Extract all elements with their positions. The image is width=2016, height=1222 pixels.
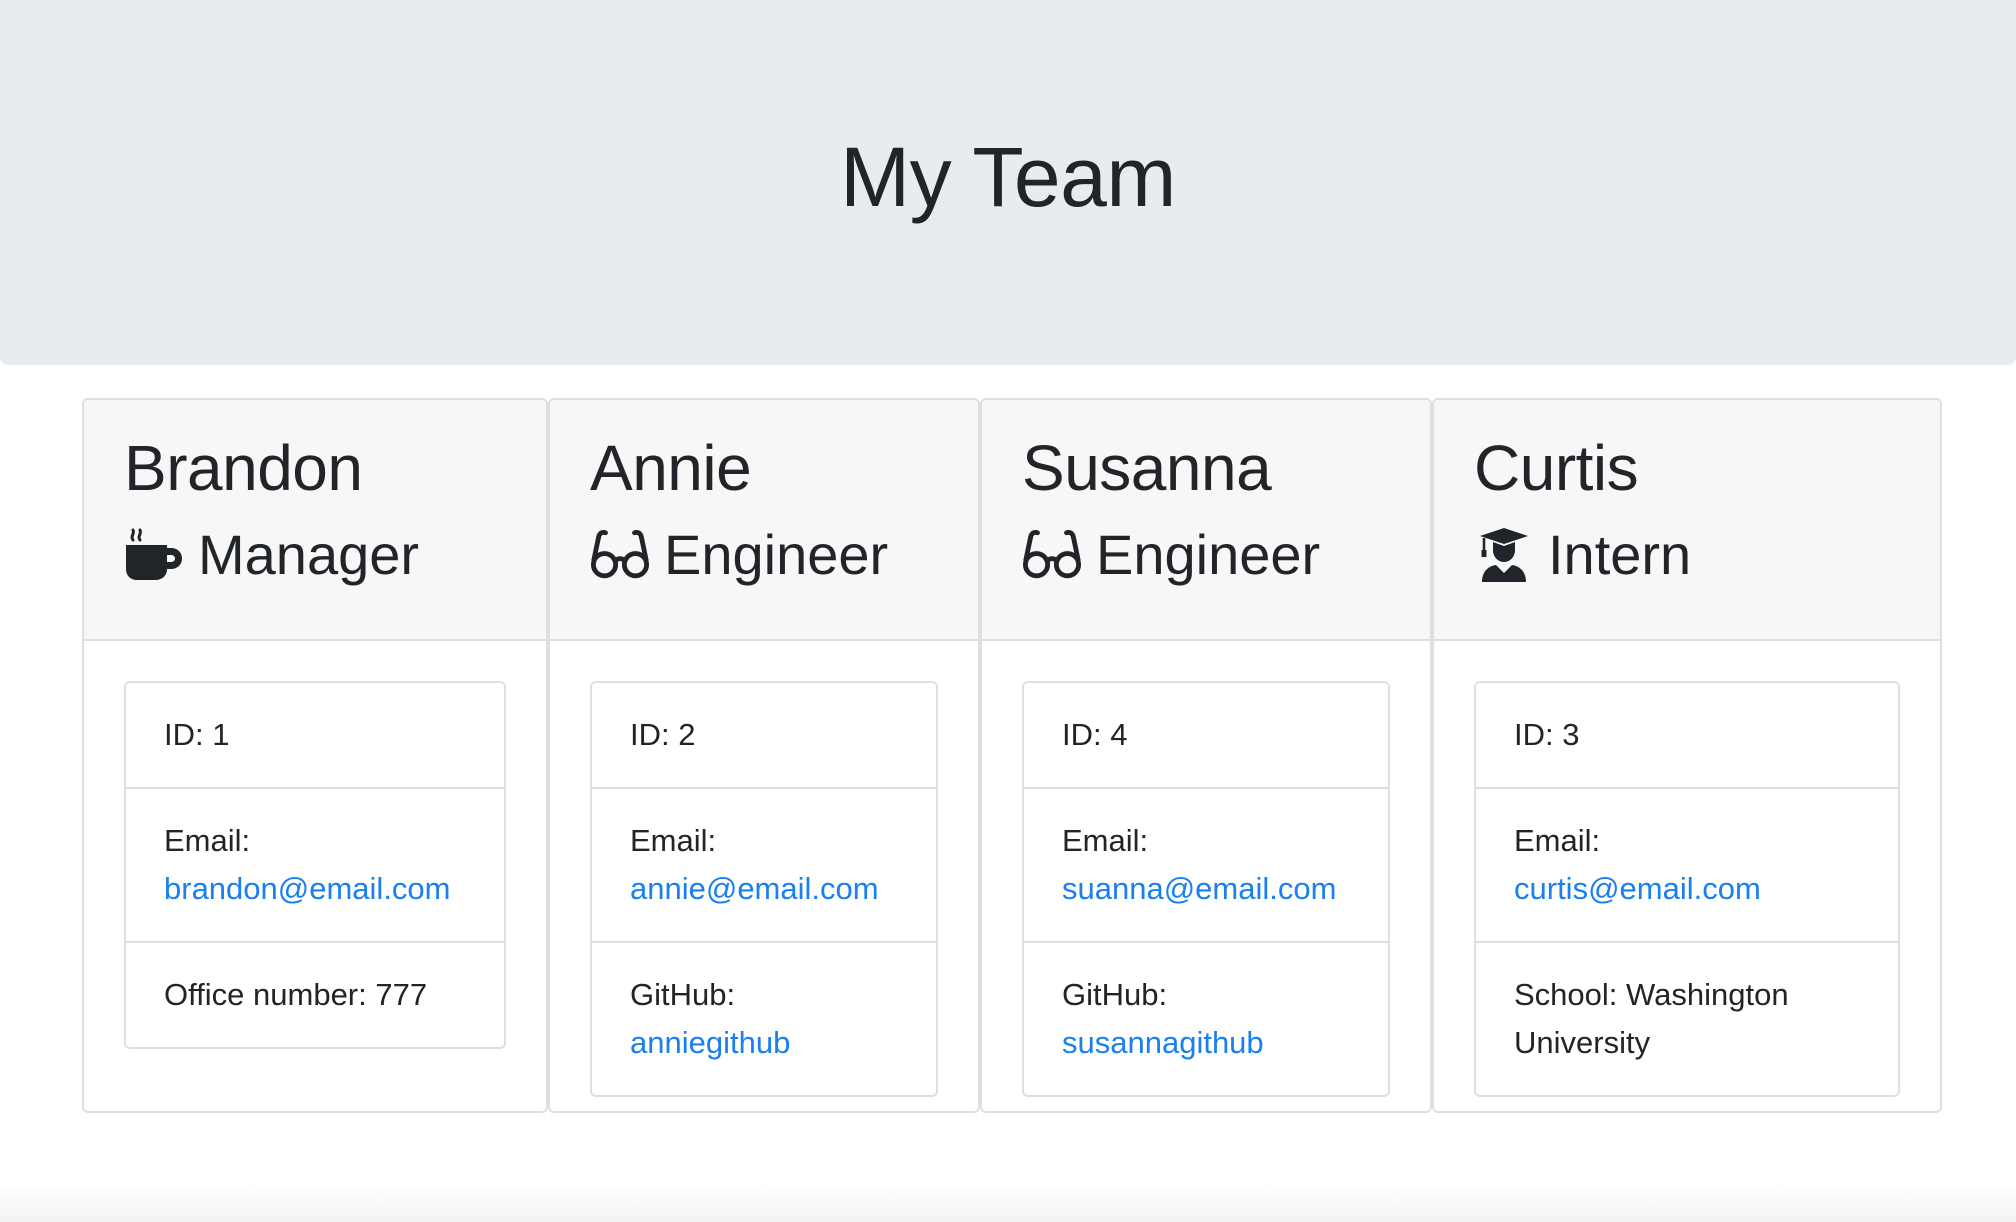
employee-role: Engineer bbox=[1022, 520, 1392, 590]
graduate-icon bbox=[1474, 527, 1534, 583]
employee-role: Manager bbox=[124, 520, 508, 590]
email-label: Email: bbox=[630, 823, 717, 858]
github-link[interactable]: susannagithub bbox=[1062, 1025, 1264, 1060]
glasses-icon bbox=[1022, 527, 1082, 583]
employee-card-engineer: Susanna Engineer ID: 4 Email: suanna@ema… bbox=[980, 398, 1432, 1113]
email-link[interactable]: suanna@email.com bbox=[1062, 871, 1336, 906]
page-title: My Team bbox=[840, 129, 1176, 224]
card-body: ID: 2 Email: annie@email.com GitHub: ann… bbox=[550, 641, 978, 1111]
email-item: Email: brandon@email.com bbox=[126, 789, 504, 943]
coffee-icon bbox=[124, 527, 184, 583]
github-link[interactable]: anniegithub bbox=[630, 1025, 790, 1060]
card-header: Curtis Intern bbox=[1434, 400, 1940, 641]
details-list: ID: 4 Email: suanna@email.com GitHub: su… bbox=[1022, 681, 1390, 1097]
glasses-icon bbox=[590, 527, 650, 583]
card-body: ID: 4 Email: suanna@email.com GitHub: su… bbox=[982, 641, 1430, 1111]
card-header: Susanna Engineer bbox=[982, 400, 1430, 641]
role-label: Intern bbox=[1548, 523, 1692, 586]
role-label: Engineer bbox=[664, 523, 889, 586]
details-list: ID: 3 Email: curtis@email.com School: Wa… bbox=[1474, 681, 1900, 1097]
jumbotron-header: My Team bbox=[0, 0, 2016, 365]
email-label: Email: bbox=[1062, 823, 1149, 858]
employee-name: Curtis bbox=[1474, 432, 1639, 504]
employee-role: Intern bbox=[1474, 520, 1902, 590]
school-item: School: Washington University bbox=[1514, 977, 1789, 1060]
email-link[interactable]: brandon@email.com bbox=[164, 871, 451, 906]
employee-card-manager: Brandon Manager ID: 1 Email: brandon@ema… bbox=[82, 398, 548, 1113]
email-label: Email: bbox=[1514, 823, 1601, 858]
card-body: ID: 3 Email: curtis@email.com School: Wa… bbox=[1434, 641, 1940, 1111]
employee-card-engineer: Annie Engineer ID: 2 Email: annie@email.… bbox=[548, 398, 980, 1113]
id-item: ID: 2 bbox=[592, 683, 936, 789]
github-label: GitHub: bbox=[1062, 977, 1168, 1012]
card-header: Brandon Manager bbox=[84, 400, 546, 641]
id-item: ID: 4 bbox=[1024, 683, 1388, 789]
id-item: ID: 1 bbox=[126, 683, 504, 789]
email-link[interactable]: curtis@email.com bbox=[1514, 871, 1761, 906]
card-body: ID: 1 Email: brandon@email.com Office nu… bbox=[84, 641, 546, 1089]
details-list: ID: 2 Email: annie@email.com GitHub: ann… bbox=[590, 681, 938, 1097]
email-item: Email: suanna@email.com bbox=[1024, 789, 1388, 943]
github-item: GitHub: anniegithub bbox=[592, 943, 936, 1095]
email-link[interactable]: annie@email.com bbox=[630, 871, 879, 906]
employee-name: Brandon bbox=[124, 432, 363, 504]
email-item: Email: curtis@email.com bbox=[1476, 789, 1898, 943]
employee-card-intern: Curtis Intern ID: 3 Email: curtis@email.… bbox=[1432, 398, 1942, 1113]
id-item: ID: 3 bbox=[1476, 683, 1898, 789]
email-label: Email: bbox=[164, 823, 251, 858]
role-label: Manager bbox=[198, 523, 420, 586]
card-header: Annie Engineer bbox=[550, 400, 978, 641]
bottom-shade bbox=[0, 1182, 2016, 1222]
details-list: ID: 1 Email: brandon@email.com Office nu… bbox=[124, 681, 506, 1049]
employee-role: Engineer bbox=[590, 520, 940, 590]
github-item: GitHub: susannagithub bbox=[1024, 943, 1388, 1095]
email-item: Email: annie@email.com bbox=[592, 789, 936, 943]
employee-name: Susanna bbox=[1022, 432, 1272, 504]
office-number-item: Office number: 777 bbox=[164, 977, 428, 1012]
team-cards: Brandon Manager ID: 1 Email: brandon@ema… bbox=[82, 398, 1942, 1113]
role-label: Engineer bbox=[1096, 523, 1321, 586]
employee-name: Annie bbox=[590, 432, 752, 504]
github-label: GitHub: bbox=[630, 977, 736, 1012]
